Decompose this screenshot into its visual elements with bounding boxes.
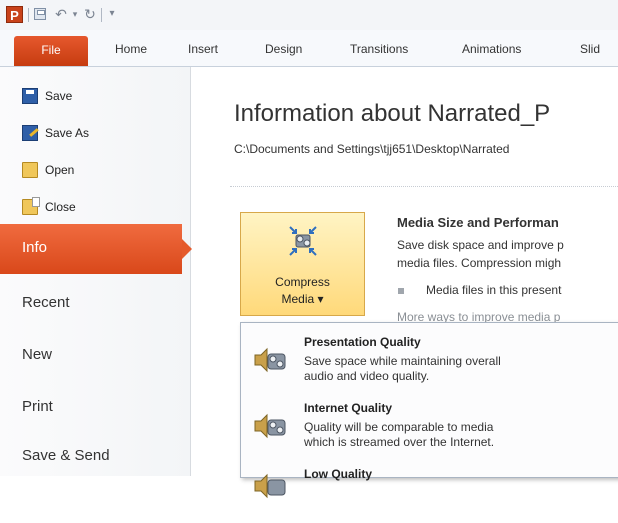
tab-slide-show[interactable]: Slid — [580, 42, 600, 56]
quick-access-toolbar: P ↶ ▾ ↻ ▾ — [0, 0, 618, 30]
compress-media-dropdown: Presentation Quality Save space while ma… — [240, 322, 618, 499]
menu-item-description: Save space while maintaining overall — [304, 354, 501, 368]
menu-item-description: which is streamed over the Internet. — [304, 435, 495, 449]
menu-item-title: Low Quality — [304, 467, 373, 481]
save-icon — [22, 88, 38, 104]
tab-design[interactable]: Design — [265, 42, 302, 56]
tab-animations[interactable]: Animations — [462, 42, 521, 56]
menu-item-description: Quality will be comparable to media — [304, 420, 494, 434]
close-folder-icon — [22, 197, 40, 215]
nav-info[interactable]: Info — [0, 224, 192, 274]
tab-home[interactable]: Home — [115, 42, 147, 56]
tab-insert[interactable]: Insert — [188, 42, 218, 56]
nav-save-label: Save — [45, 89, 73, 103]
nav-close-label: Close — [45, 200, 76, 214]
redo-icon[interactable]: ↻ — [82, 6, 98, 22]
toolbar-separator — [28, 8, 29, 22]
customize-toolbar-icon[interactable]: ▾ — [104, 6, 120, 22]
menu-item-low-quality[interactable]: Low Quality — [241, 463, 618, 523]
menu-item-internet-quality[interactable]: Internet Quality Quality will be compara… — [241, 397, 618, 457]
save-icon[interactable] — [34, 8, 46, 20]
media-files-note: Media files in this present — [426, 283, 562, 297]
compress-media-dropdown-label: Media ▾ — [281, 292, 324, 306]
page-title: Information about Narrated_P — [234, 100, 551, 127]
compress-media-button[interactable]: Compress Media ▾ — [240, 212, 365, 316]
tab-transitions[interactable]: Transitions — [350, 42, 408, 56]
ribbon-tab-bar: Home Insert Design Transitions Animation… — [0, 30, 618, 67]
nav-save-as-label: Save As — [45, 126, 90, 140]
tab-file[interactable]: File — [14, 36, 88, 66]
toolbar-separator — [101, 8, 102, 22]
undo-dropdown-icon[interactable]: ▾ — [67, 6, 83, 22]
nav-save-and-send[interactable]: Save & Send — [22, 447, 110, 464]
nav-open-label: Open — [45, 163, 75, 177]
nav-save[interactable]: Save — [22, 88, 72, 108]
internet-quality-icon — [254, 413, 286, 439]
open-folder-icon — [22, 162, 38, 178]
nav-open[interactable]: Open — [22, 162, 74, 182]
nav-info-label: Info — [22, 239, 48, 256]
nav-close[interactable]: Close — [22, 197, 76, 219]
nav-recent[interactable]: Recent — [22, 294, 70, 311]
presentation-quality-icon — [254, 347, 286, 373]
bullet-icon — [398, 288, 404, 294]
powerpoint-logo-icon[interactable]: P — [6, 6, 23, 23]
compress-media-icon — [289, 226, 317, 256]
media-description-line: media files. Compression migh — [397, 256, 562, 270]
menu-item-presentation-quality[interactable]: Presentation Quality Save space while ma… — [241, 331, 618, 391]
nav-print[interactable]: Print — [22, 398, 53, 415]
nav-save-as[interactable]: Save As — [22, 125, 89, 145]
nav-new[interactable]: New — [22, 346, 52, 363]
compress-media-label: Compress — [275, 275, 330, 289]
menu-item-title: Presentation Quality — [304, 335, 421, 349]
menu-item-title: Internet Quality — [304, 401, 393, 415]
media-size-heading: Media Size and Performan — [397, 215, 559, 230]
section-divider — [230, 186, 618, 187]
file-path: C:\Documents and Settings\tjj651\Desktop… — [234, 142, 510, 156]
menu-item-description: audio and video quality. — [304, 369, 430, 383]
media-description-line: Save disk space and improve p — [397, 238, 564, 252]
save-as-icon — [22, 125, 38, 141]
